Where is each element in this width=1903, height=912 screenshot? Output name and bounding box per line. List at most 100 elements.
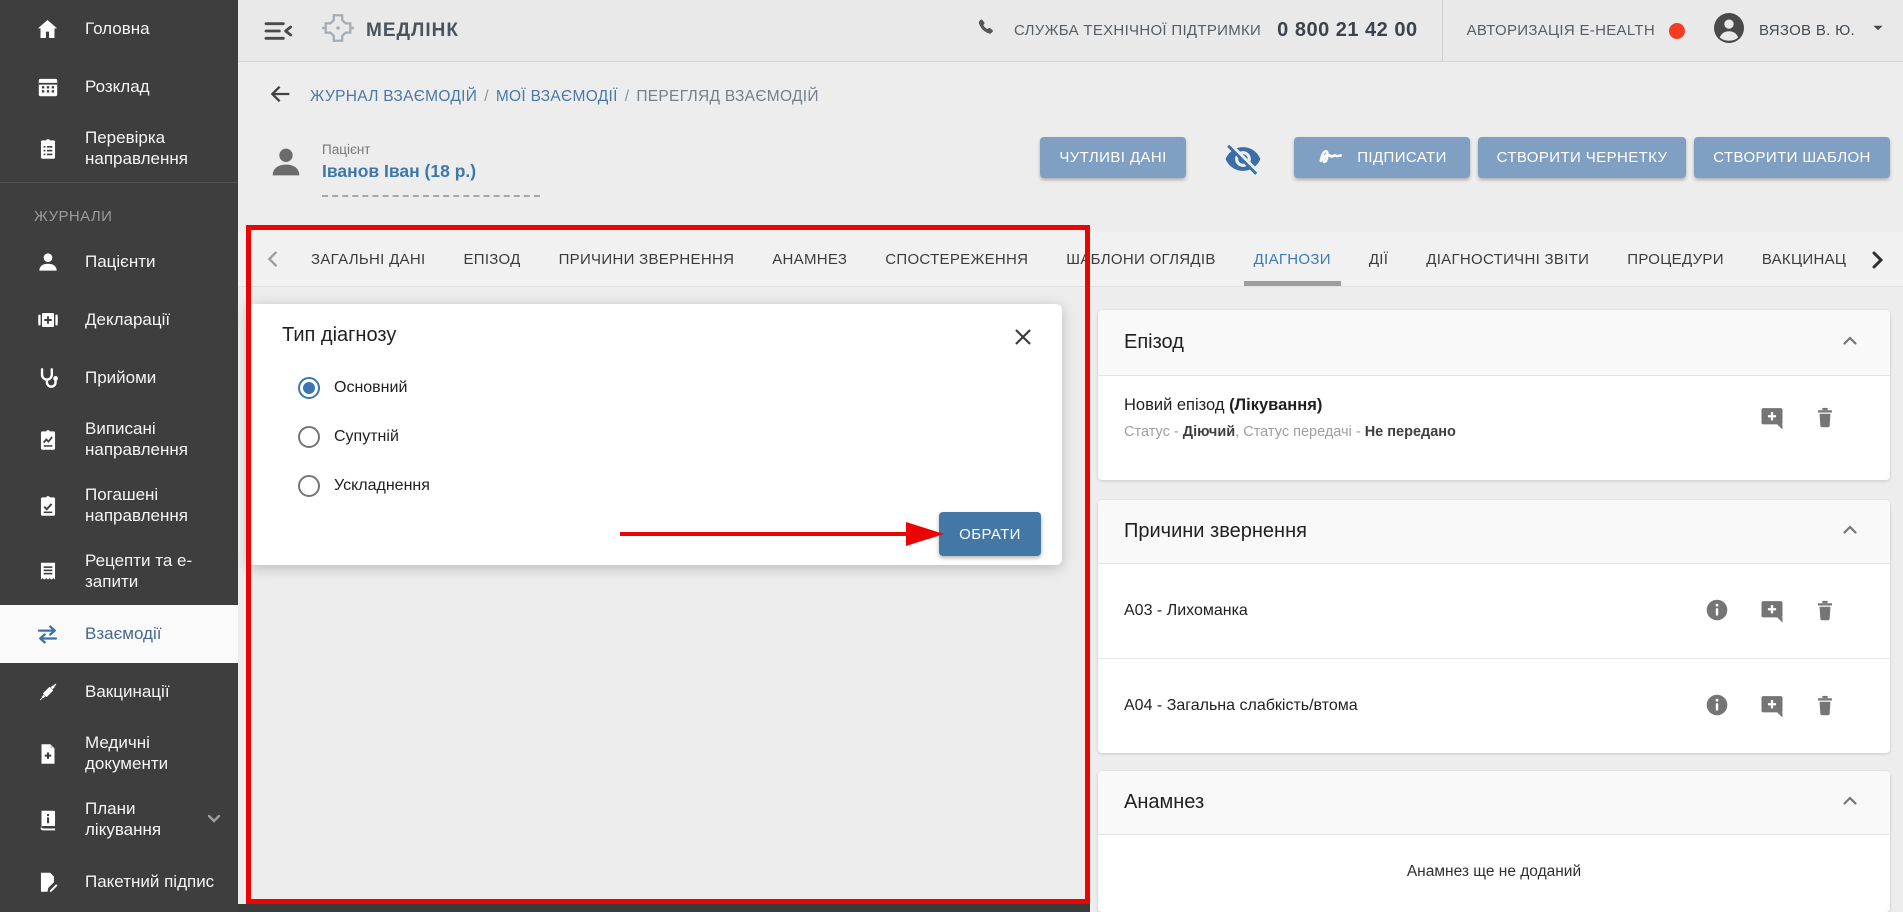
tab-general-data[interactable]: ЗАГАЛЬНІ ДАНІ [311,232,425,286]
sidebar-item-medical-documents[interactable]: Медичні документи [0,721,238,787]
transfer-status-value: Не передано [1365,424,1456,440]
sidebar-section-journals: ЖУРНАЛИ [0,183,238,233]
bottom-strip [238,904,1090,912]
radio-label: Супутній [334,428,399,446]
sidebar-item-label: Головна [85,19,150,40]
breadcrumb-link-my-interactions[interactable]: МОЇ ВЗАЄМОДІЇ [496,88,618,105]
ehealth-auth[interactable]: АВТОРИЗАЦІЯ E-HEALTH [1467,22,1685,39]
sidebar-item-redeemed-referrals[interactable]: Погашені направлення [0,473,238,539]
sidebar-item-label: Рецепти та е-запити [85,551,226,592]
breadcrumb-link-journal[interactable]: ЖУРНАЛ ВЗАЄМОДІЙ [310,88,477,105]
tab-diagnostic-reports[interactable]: ДІАГНОСТИЧНІ ЗВІТИ [1426,232,1589,286]
sidebar-item-treatment-plans[interactable]: Плани лікування [0,787,238,853]
support-block: СЛУЖБА ТЕХНІЧНОЇ ПІДТРИМКИ 0 800 21 42 0… [974,16,1418,45]
chevron-up-icon[interactable] [1838,789,1866,817]
close-icon[interactable] [1010,324,1036,350]
clipboard-chart-icon [34,427,61,454]
sidebar-item-label: Медичні документи [85,733,226,774]
anamnesis-section-header[interactable]: Анамнез [1098,771,1890,835]
sidebar-item-referral-check[interactable]: Перевірка направлення [0,116,238,182]
chevron-up-icon[interactable] [1838,329,1866,357]
eye-off-icon[interactable] [1224,140,1262,178]
trash-icon[interactable] [1812,597,1840,625]
sidebar-item-label: Прийоми [85,368,156,389]
sidebar-item-vaccinations[interactable]: Вакцинації [0,663,238,721]
anamnesis-empty-text: Анамнез ще не доданий [1098,835,1890,881]
visit-reasons-section-header[interactable]: Причини звернення [1098,500,1890,564]
radio-option-main[interactable]: Основний [298,377,407,399]
auth-label: АВТОРИЗАЦІЯ E-HEALTH [1467,22,1655,39]
tabs-bar: ЗАГАЛЬНІ ДАНІ ЕПІЗОД ПРИЧИНИ ЗВЕРНЕННЯ А… [238,232,1903,287]
episode-section-header[interactable]: Епізод [1098,310,1890,376]
trash-icon[interactable] [1812,404,1840,432]
top-bar: МЕДЛІНК СЛУЖБА ТЕХНІЧНОЇ ПІДТРИМКИ 0 800… [238,0,1903,62]
tab-exam-templates[interactable]: ШАБЛОНИ ОГЛЯДІВ [1066,232,1215,286]
clipboard-list-icon [34,136,61,163]
status-label: Статус - [1124,424,1183,440]
trash-icon[interactable] [1812,692,1840,720]
breadcrumb-separator: / [625,88,630,105]
radio-option-concomitant[interactable]: Супутній [298,426,399,448]
radio-unselected-icon[interactable] [298,426,320,448]
medlink-logo[interactable]: МЕДЛІНК [320,10,459,51]
sidebar-item-home[interactable]: Головна [0,0,238,58]
visit-reasons-title: Причини звернення [1124,520,1307,543]
info-icon[interactable] [1704,692,1732,720]
tab-episode[interactable]: ЕПІЗОД [463,232,520,286]
sidebar-item-interactions[interactable]: Взаємодії [0,605,238,663]
sidebar-item-label: Пакетний підпис [85,872,214,893]
radio-unselected-icon[interactable] [298,475,320,497]
avatar [1711,10,1747,51]
sidebar-item-schedule[interactable]: Розклад [0,58,238,116]
back-arrow-icon[interactable] [266,80,294,113]
anamnesis-section: Анамнез Анамнез ще не доданий [1098,771,1890,912]
app-root: Головна Розклад Перевірка направлення ЖУ… [0,0,1903,912]
radio-option-complication[interactable]: Ускладнення [298,475,430,497]
sidebar-item-label: Декларації [85,310,170,331]
tab-actions[interactable]: ДІЇ [1369,232,1388,286]
user-name: ВЯЗОВ В. Ю. [1759,22,1855,39]
add-comment-icon[interactable] [1758,404,1786,432]
clipboard-check-icon [34,493,61,520]
tab-vaccinations[interactable]: ВАКЦИНАЦ [1762,232,1846,286]
sidebar-item-declarations[interactable]: Декларації [0,291,238,349]
radio-selected-icon[interactable] [298,377,320,399]
tab-observations[interactable]: СПОСТЕРЕЖЕННЯ [885,232,1028,286]
sign-button[interactable]: ПІДПИСАТИ [1294,137,1470,178]
medlink-logo-icon [320,10,356,51]
chevron-down-icon[interactable] [202,806,226,835]
sidebar-item-label: Вакцинації [85,682,170,703]
patient-name[interactable]: Іванов Іван (18 р.) [322,161,540,182]
info-icon[interactable] [1704,597,1732,625]
tab-visit-reasons[interactable]: ПРИЧИНИ ЗВЕРНЕННЯ [559,232,735,286]
create-template-button[interactable]: СТВОРИТИ ШАБЛОН [1694,137,1890,178]
tab-procedures[interactable]: ПРОЦЕДУРИ [1627,232,1724,286]
sensitive-data-button[interactable]: ЧУТЛИВІ ДАНІ [1040,137,1186,178]
reason-text: A03 - Лихоманка [1124,602,1704,620]
chevron-up-icon[interactable] [1838,518,1866,546]
sidebar-item-prescriptions[interactable]: Рецепти та е-запити [0,539,238,605]
home-icon [34,16,61,43]
user-menu[interactable]: ВЯЗОВ В. Ю. [1711,10,1889,51]
modal-title: Тип діагнозу [282,324,396,347]
create-draft-button[interactable]: СТВОРИТИ ЧЕРНЕТКУ [1478,137,1686,178]
tabs-scroll-right-icon[interactable] [1865,248,1887,270]
logo-text: МЕДЛІНК [366,20,459,42]
declaration-icon [34,307,61,334]
sidebar-item-label: Пацієнти [85,252,156,273]
sidebar-item-batch-sign[interactable]: Пакетний підпис [0,853,238,911]
sidebar-item-patients[interactable]: Пацієнти [0,233,238,291]
patient-avatar-icon [266,142,306,197]
menu-open-icon[interactable] [262,15,294,47]
add-comment-icon[interactable] [1758,597,1786,625]
tab-anamnesis[interactable]: АНАМНЕЗ [772,232,847,286]
sidebar-item-issued-referrals[interactable]: Виписані направлення [0,407,238,473]
tabs-scroll-left-icon[interactable] [262,248,284,270]
choose-button[interactable]: ОБРАТИ [939,512,1041,556]
episode-item-type: (Лікування) [1229,396,1322,414]
tab-diagnoses[interactable]: ДІАГНОЗИ [1254,232,1331,286]
visit-reasons-section: Причини звернення A03 - Лихоманка A04 - … [1098,500,1890,753]
add-comment-icon[interactable] [1758,692,1786,720]
sidebar-item-appointments[interactable]: Прийоми [0,349,238,407]
stethoscope-icon [34,365,61,392]
